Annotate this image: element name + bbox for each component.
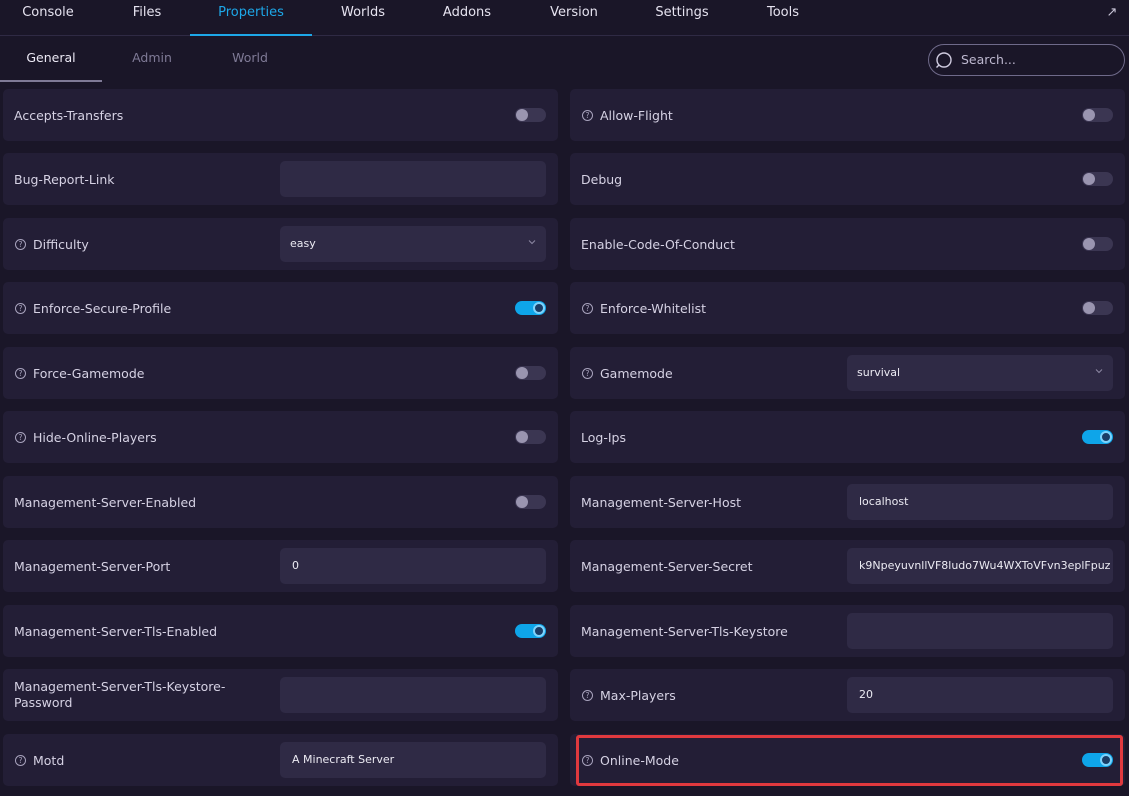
tab-console[interactable]: Console (0, 0, 96, 36)
property-management-server-tls-enabled: Management-Server-Tls-Enabled (3, 605, 558, 657)
property-label: ? Max-Players (581, 669, 676, 721)
property-motd: ? Motd A Minecraft Server (3, 734, 558, 786)
property-label: ? Enforce-Whitelist (581, 282, 706, 334)
log-ips-toggle[interactable] (1082, 430, 1113, 444)
property-management-server-tls-keystore-password: Management-Server-Tls-Keystore-Password (3, 669, 558, 721)
property-management-server-enabled: Management-Server-Enabled (3, 476, 558, 528)
property-label: Enable-Code-Of-Conduct (581, 236, 735, 252)
help-icon[interactable]: ? (15, 302, 26, 314)
management-server-tls-keystore-field[interactable] (847, 613, 1113, 649)
management-server-port-field[interactable]: 0 (280, 548, 546, 584)
property-label: Management-Server-Tls-Keystore-Password (14, 679, 226, 710)
tab-tools[interactable]: Tools (740, 0, 826, 36)
help-icon[interactable]: ? (15, 238, 26, 250)
tab-version[interactable]: Version (531, 0, 617, 36)
property-max-players: ? Max-Players 20 (570, 669, 1125, 721)
property-hide-online-players: ? Hide-Online-Players (3, 411, 558, 463)
property-online-mode: ? Online-Mode (570, 734, 1125, 786)
hide-online-players-toggle[interactable] (515, 430, 546, 444)
property-label: ? Enforce-Secure-Profile (14, 282, 171, 334)
management-server-tls-keystore-password-field[interactable] (280, 677, 546, 713)
property-log-ips: Log-Ips (570, 411, 1125, 463)
property-gamemode: ? Gamemode survival (570, 347, 1125, 399)
help-icon[interactable]: ? (15, 367, 26, 379)
help-icon[interactable]: ? (582, 109, 593, 121)
difficulty-value: easy (290, 237, 316, 250)
help-icon[interactable]: ? (582, 754, 593, 766)
enable-code-of-conduct-toggle[interactable] (1082, 237, 1113, 251)
help-icon[interactable]: ? (15, 431, 26, 443)
property-label: ? Difficulty (14, 218, 89, 270)
search-placeholder: Search... (961, 52, 1016, 67)
top-navigation: Console Files Properties Worlds Addons V… (0, 0, 1129, 36)
property-label: Log-Ips (581, 429, 626, 445)
property-label: ? Allow-Flight (581, 89, 673, 141)
allow-flight-toggle[interactable] (1082, 108, 1113, 122)
subtab-admin[interactable]: Admin (102, 36, 202, 82)
management-server-enabled-toggle[interactable] (515, 495, 546, 509)
tab-worlds[interactable]: Worlds (320, 0, 406, 36)
subtab-world[interactable]: World (200, 36, 300, 82)
property-bug-report-link: Bug-Report-Link (3, 153, 558, 205)
property-label: Accepts-Transfers (14, 107, 124, 123)
tab-settings[interactable]: Settings (639, 0, 725, 36)
tab-properties[interactable]: Properties (190, 0, 312, 36)
property-label: Management-Server-Host (581, 494, 742, 510)
motd-field[interactable]: A Minecraft Server (280, 742, 546, 778)
tab-addons[interactable]: Addons (424, 0, 510, 36)
property-label: ? Hide-Online-Players (14, 411, 157, 463)
property-management-server-tls-keystore: Management-Server-Tls-Keystore (570, 605, 1125, 657)
online-mode-toggle[interactable] (1082, 753, 1113, 767)
property-force-gamemode: ? Force-Gamemode (3, 347, 558, 399)
property-label: ? Force-Gamemode (14, 347, 144, 399)
search-icon (936, 52, 952, 68)
property-debug: Debug (570, 153, 1125, 205)
bug-report-link-field[interactable] (280, 161, 546, 197)
property-management-server-port: Management-Server-Port 0 (3, 540, 558, 592)
property-management-server-secret: Management-Server-Secret k9NpeyuvnllVF8l… (570, 540, 1125, 592)
help-icon[interactable]: ? (582, 689, 593, 701)
property-label: ? Motd (14, 734, 64, 786)
enforce-whitelist-toggle[interactable] (1082, 301, 1113, 315)
property-label: ? Gamemode (581, 347, 673, 399)
tab-files[interactable]: Files (104, 0, 190, 36)
search-input[interactable]: Search... (928, 44, 1125, 76)
help-icon[interactable]: ? (582, 367, 593, 379)
help-icon[interactable]: ? (582, 302, 593, 314)
property-accepts-transfers: Accepts-Transfers (3, 89, 558, 141)
property-label: Management-Server-Tls-Keystore (581, 623, 788, 639)
help-icon[interactable]: ? (15, 754, 26, 766)
property-label: Management-Server-Secret (581, 558, 753, 574)
property-label: Management-Server-Port (14, 558, 171, 574)
property-enable-code-of-conduct: Enable-Code-Of-Conduct (570, 218, 1125, 270)
management-server-tls-enabled-toggle[interactable] (515, 624, 546, 638)
property-difficulty: ? Difficulty easy (3, 218, 558, 270)
force-gamemode-toggle[interactable] (515, 366, 546, 380)
property-management-server-host: Management-Server-Host localhost (570, 476, 1125, 528)
sub-navigation: General Admin World Search... (0, 36, 1129, 82)
subtab-general[interactable]: General (0, 36, 102, 82)
property-enforce-secure-profile: ? Enforce-Secure-Profile (3, 282, 558, 334)
property-label: Bug-Report-Link (14, 171, 115, 187)
property-label: Management-Server-Enabled (14, 494, 197, 510)
debug-toggle[interactable] (1082, 172, 1113, 186)
property-enforce-whitelist: ? Enforce-Whitelist (570, 282, 1125, 334)
chevron-down-icon (528, 240, 536, 245)
expand-icon[interactable]: ↗ (1105, 6, 1119, 20)
gamemode-value: survival (857, 366, 901, 379)
property-label: ? Online-Mode (581, 734, 679, 786)
difficulty-select[interactable]: easy (280, 226, 546, 262)
management-server-host-field[interactable]: localhost (847, 484, 1113, 520)
enforce-secure-profile-toggle[interactable] (515, 301, 546, 315)
property-label: Management-Server-Tls-Enabled (14, 623, 218, 639)
property-allow-flight: ? Allow-Flight (570, 89, 1125, 141)
chevron-down-icon (1095, 369, 1103, 374)
management-server-secret-field[interactable]: k9NpeyuvnllVF8ludo7Wu4WXToVFvn3eplFpuz (847, 548, 1113, 584)
property-label: Debug (581, 171, 623, 187)
gamemode-select[interactable]: survival (847, 355, 1113, 391)
max-players-field[interactable]: 20 (847, 677, 1113, 713)
accepts-transfers-toggle[interactable] (515, 108, 546, 122)
